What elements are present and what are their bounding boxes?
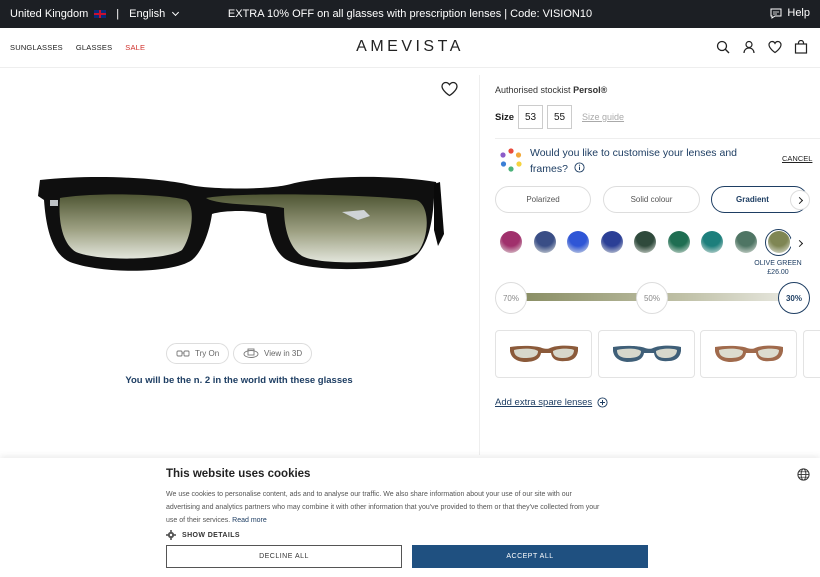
read-more-link[interactable]: Read more [232,517,267,524]
frame-option-brown[interactable] [700,330,797,378]
try-on-icon [176,350,190,356]
gradient-level-30[interactable]: 30% [778,282,810,314]
chat-icon [770,8,782,19]
selected-swatch-ring [765,229,792,256]
plus-circle-icon [597,397,608,408]
size-option-53[interactable]: 53 [518,105,543,129]
search-icon[interactable] [716,40,730,54]
try-on-label: Try On [195,349,220,358]
frame-option-blue[interactable] [598,330,695,378]
cookie-banner: This website uses cookies We use cookies… [0,458,820,577]
product-image [38,176,444,271]
cookie-description: We use cookies to personalise content, a… [166,488,606,527]
lens-color-swatch[interactable] [500,231,522,253]
announcement-bar: United Kingdom | English EXTRA 10% OFF o… [0,0,820,28]
tab-solid-colour[interactable]: Solid colour [603,186,700,213]
gradient-level-50[interactable]: 50% [636,282,668,314]
help-label: Help [787,7,810,19]
rank-message: You will be the n. 2 in the world with t… [125,375,353,386]
customise-question-text: Would you like to customise your lenses … [530,147,737,175]
cart-icon[interactable] [794,40,808,54]
frame-option-havana[interactable] [495,330,592,378]
wishlist-icon[interactable] [768,40,782,54]
add-spare-lenses-link[interactable]: Add extra spare lenses [495,397,608,408]
try-on-button[interactable]: Try On [166,343,230,364]
site-header: SUNGLASSES GLASSES SALE AMEVISTA [0,28,820,68]
customise-icon [500,148,522,172]
frame-thumbnail [714,345,783,362]
info-icon[interactable] [574,162,585,173]
tint-tabs-next-button[interactable] [790,190,810,210]
selected-swatch-info: OLIVE GREEN £26.00 [748,259,808,277]
lens-color-swatch[interactable] [701,231,723,253]
accept-all-button[interactable]: ACCEPT ALL [412,545,648,568]
frame-option-more[interactable] [803,330,820,378]
help-link[interactable]: Help [770,7,810,19]
swatches-next-button[interactable] [790,233,810,253]
selected-swatch-price: £26.00 [767,269,789,276]
gradient-level-70[interactable]: 70% [495,282,527,314]
chevron-right-icon [795,196,803,204]
view-3d-label: View in 3D [264,349,303,358]
customise-question: Would you like to customise your lenses … [530,145,755,177]
header-actions [716,40,808,54]
lens-color-swatch[interactable] [567,231,589,253]
show-details-label: SHOW DETAILS [182,531,240,539]
frame-thumbnail [612,345,681,362]
product-wishlist-icon[interactable] [441,81,458,97]
lens-color-swatch[interactable] [734,231,757,253]
frame-thumbnail [509,345,578,362]
stockist-info: Authorised stockist Persol® [495,85,607,95]
lens-color-swatch[interactable] [600,231,623,253]
column-divider [479,75,480,455]
globe-icon[interactable] [797,468,810,481]
decline-all-button[interactable]: DECLINE ALL [166,545,402,568]
add-spare-lenses-label: Add extra spare lenses [495,397,593,408]
lens-color-swatch[interactable] [634,231,656,253]
tab-polarized[interactable]: Polarized [495,186,591,213]
cookie-title: This website uses cookies [166,468,311,480]
gear-icon [166,530,176,540]
lens-color-swatch[interactable] [667,231,690,253]
section-divider [495,138,820,139]
size-guide-link[interactable]: Size guide [582,112,624,122]
lens-color-swatch[interactable] [533,231,556,253]
account-icon[interactable] [742,40,756,54]
stockist-prefix: Authorised stockist [495,85,571,95]
show-details-toggle[interactable]: SHOW DETAILS [166,530,240,540]
view-3d-button[interactable]: View in 3D [233,343,313,364]
stockist-brand: Persol® [573,85,608,95]
selected-swatch-name: OLIVE GREEN [754,260,802,267]
3d-icon [243,348,259,358]
site-logo[interactable]: AMEVISTA [0,38,820,56]
chevron-right-icon [795,239,803,247]
size-option-55[interactable]: 55 [547,105,572,129]
cancel-customise-link[interactable]: CANCEL [782,154,812,163]
cookie-description-text: We use cookies to personalise content, a… [166,491,600,524]
size-label: Size [495,112,515,123]
promo-text: EXTRA 10% OFF on all glasses with prescr… [227,8,593,20]
